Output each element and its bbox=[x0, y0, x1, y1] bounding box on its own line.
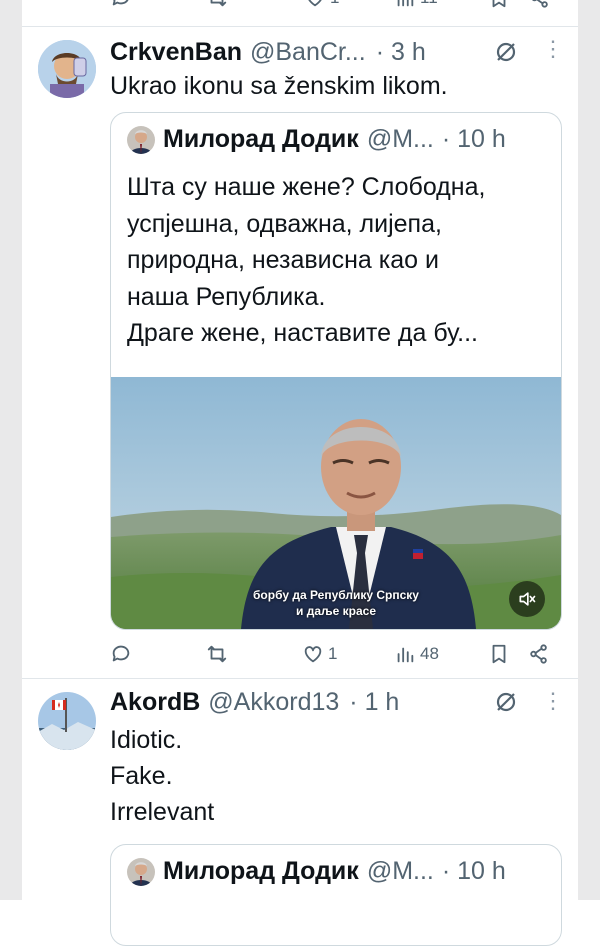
quoted-avatar[interactable] bbox=[127, 126, 155, 154]
timeline: 1 11 CrkvenBan @BanCr... bbox=[22, 0, 578, 900]
quoted-timestamp[interactable]: · 10 h bbox=[442, 125, 506, 154]
display-name[interactable]: AkordB bbox=[110, 688, 200, 717]
tweet-text: Ukrao ikonu sa ženskim likom. bbox=[110, 68, 448, 104]
quoted-header: Милорад Додик @М... · 10 h bbox=[127, 857, 506, 886]
quoted-text: Шта су наше жене? Слободна, успјешна, од… bbox=[127, 169, 485, 352]
quoted-line: Драге жене, наставите да бу... bbox=[127, 315, 485, 352]
previous-tweet-actions: 1 11 bbox=[22, 0, 578, 18]
views-icon bbox=[394, 0, 416, 9]
retweet-icon bbox=[206, 643, 228, 665]
quoted-tweet[interactable]: Милорад Додик @М... · 10 h bbox=[110, 844, 562, 946]
more-icon[interactable]: ⋮ bbox=[542, 38, 564, 60]
video-caption: борбу да Републику Српску и даље красе bbox=[111, 587, 561, 619]
quoted-line: Шта су наше жене? Слободна, bbox=[127, 169, 485, 206]
like-button[interactable]: 1 bbox=[304, 0, 339, 9]
quoted-display-name[interactable]: Милорад Додик bbox=[163, 125, 359, 154]
retweet-icon bbox=[206, 0, 228, 9]
retweet-button[interactable] bbox=[206, 643, 228, 665]
tweet-header: CrkvenBan @BanCr... · 3 h bbox=[110, 38, 426, 67]
bookmark-button[interactable] bbox=[488, 643, 510, 665]
like-icon bbox=[302, 643, 324, 665]
quoted-user-handle[interactable]: @М... bbox=[367, 857, 434, 886]
quoted-avatar-image bbox=[127, 126, 155, 154]
quoted-line: наша Република. bbox=[127, 279, 485, 316]
video-player[interactable]: борбу да Републику Српску и даље красе bbox=[111, 377, 561, 629]
views-icon bbox=[394, 643, 416, 665]
mute-button[interactable] bbox=[509, 581, 545, 617]
quoted-header: Милорад Додик @М... · 10 h bbox=[127, 125, 506, 154]
grok-icon[interactable] bbox=[494, 690, 518, 714]
left-edge bbox=[0, 0, 23, 900]
timestamp[interactable]: · 3 h bbox=[376, 38, 426, 67]
reply-icon bbox=[110, 643, 132, 665]
share-icon bbox=[529, 0, 551, 9]
like-button[interactable]: 1 bbox=[302, 643, 337, 665]
more-icon[interactable]: ⋮ bbox=[542, 690, 564, 712]
tweet-actions: 1 48 bbox=[22, 634, 578, 674]
user-handle[interactable]: @Akkord13 bbox=[208, 688, 339, 717]
retweet-button[interactable] bbox=[206, 0, 228, 9]
tweet-line: Fake. bbox=[110, 758, 214, 794]
avatar-image bbox=[38, 40, 96, 98]
display-name[interactable]: CrkvenBan bbox=[110, 38, 242, 67]
views-button[interactable]: 11 bbox=[394, 0, 438, 9]
views-count: 48 bbox=[420, 644, 439, 664]
mute-icon bbox=[517, 589, 537, 609]
like-icon bbox=[304, 0, 326, 9]
user-handle[interactable]: @BanCr... bbox=[250, 38, 366, 67]
divider bbox=[22, 26, 578, 27]
right-edge bbox=[577, 0, 600, 900]
reply-button[interactable] bbox=[110, 0, 132, 9]
reply-button[interactable] bbox=[110, 643, 132, 665]
share-button[interactable] bbox=[529, 0, 551, 9]
tweet-line: Idiotic. bbox=[110, 722, 214, 758]
quoted-avatar-image bbox=[127, 858, 155, 886]
like-count: 1 bbox=[330, 0, 339, 8]
avatar[interactable] bbox=[38, 692, 96, 750]
bookmark-icon bbox=[488, 643, 510, 665]
share-button[interactable] bbox=[528, 643, 550, 665]
share-icon bbox=[528, 643, 550, 665]
quoted-timestamp[interactable]: · 10 h bbox=[442, 857, 506, 886]
avatar-image bbox=[38, 692, 96, 750]
bookmark-icon bbox=[488, 0, 510, 9]
quoted-line: успјешна, одважна, лијепа, bbox=[127, 206, 485, 243]
reply-icon bbox=[110, 0, 132, 9]
divider bbox=[22, 678, 578, 679]
views-count: 11 bbox=[420, 0, 438, 8]
quoted-user-handle[interactable]: @М... bbox=[367, 125, 434, 154]
quoted-avatar[interactable] bbox=[127, 858, 155, 886]
tweet-line: Irrelevant bbox=[110, 794, 214, 830]
bookmark-button[interactable] bbox=[488, 0, 510, 9]
like-count: 1 bbox=[328, 644, 337, 664]
quoted-display-name[interactable]: Милорад Додик bbox=[163, 857, 359, 886]
views-button[interactable]: 48 bbox=[394, 643, 439, 665]
quoted-tweet[interactable]: Милорад Додик @М... · 10 h Шта су наше ж… bbox=[110, 112, 562, 630]
quoted-line: природна, независна као и bbox=[127, 242, 485, 279]
grok-icon[interactable] bbox=[494, 40, 518, 64]
tweet-text: Idiotic. Fake. Irrelevant bbox=[110, 722, 214, 830]
avatar[interactable] bbox=[38, 40, 96, 98]
tweet-header: AkordB @Akkord13 · 1 h bbox=[110, 688, 399, 717]
timestamp[interactable]: · 1 h bbox=[349, 688, 399, 717]
